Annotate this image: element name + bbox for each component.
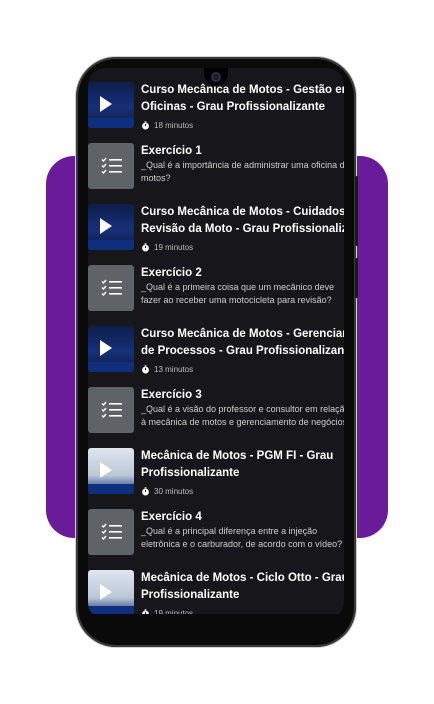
exercise-thumbnail[interactable] xyxy=(88,387,134,433)
exercise-thumbnail[interactable] xyxy=(88,265,134,311)
lesson-duration: 30 minutos xyxy=(141,484,193,498)
checklist-icon xyxy=(101,523,122,541)
checklist-icon xyxy=(101,157,122,175)
lesson-title: Curso Mecânica de Motos - Gestão em Ofic… xyxy=(141,84,344,113)
lesson-title: Mecânica de Motos - Ciclo Otto - Grau Pr… xyxy=(141,572,344,601)
list-item[interactable]: Curso Mecânica de Motos - Cuidados na Re… xyxy=(88,202,344,263)
video-thumbnail[interactable] xyxy=(88,448,134,494)
list-item[interactable]: Mecânica de Motos - Ciclo Otto - Grau Pr… xyxy=(88,568,344,620)
exercise-title: Exercício 1 xyxy=(141,145,202,157)
list-item[interactable]: Exercício 1 _Qual é a importância de adm… xyxy=(88,141,344,202)
exercise-title: Exercício 4 xyxy=(141,511,202,523)
phone-screen: Curso Mecânica de Motos - Gestão em Ofic… xyxy=(88,68,344,620)
exercise-question: _Qual é a primeira coisa que um mecânico… xyxy=(141,282,335,305)
exercise-question: _Qual é a principal diferença entre a in… xyxy=(141,526,343,549)
phone-bottom-bezel xyxy=(88,614,344,620)
list-item[interactable]: Exercício 3 _Qual é a visão do professor… xyxy=(88,385,344,446)
video-thumbnail[interactable] xyxy=(88,326,134,372)
lesson-duration: 19 minutos xyxy=(141,240,193,254)
lesson-duration: 18 minutos xyxy=(141,118,193,132)
exercise-thumbnail[interactable] xyxy=(88,509,134,555)
video-thumbnail[interactable] xyxy=(88,570,134,616)
exercise-question: _Qual é a visão do professor e consultor… xyxy=(141,404,344,427)
video-thumbnail[interactable] xyxy=(88,82,134,128)
stopwatch-icon xyxy=(142,242,149,251)
play-icon xyxy=(100,96,112,112)
list-item[interactable]: Exercício 4 _Qual é a principal diferenç… xyxy=(88,507,344,568)
exercise-thumbnail[interactable] xyxy=(88,143,134,189)
list-item[interactable]: Curso Mecânica de Motos - Gestão em Ofic… xyxy=(88,80,344,141)
checklist-icon xyxy=(101,401,122,419)
list-item[interactable]: Mecânica de Motos - PGM FI - Grau Profis… xyxy=(88,446,344,507)
play-icon xyxy=(100,340,112,356)
play-icon xyxy=(100,584,112,600)
play-icon xyxy=(100,462,112,478)
lesson-title: Curso Mecânica de Motos - Cuidados na Re… xyxy=(141,206,344,235)
play-icon xyxy=(100,218,112,234)
exercise-title: Exercício 3 xyxy=(141,389,202,401)
list-item[interactable]: Exercício 2 _Qual é a primeira coisa que… xyxy=(88,263,344,324)
lesson-title: Mecânica de Motos - PGM FI - Grau Profis… xyxy=(141,450,334,479)
lesson-title: Curso Mecânica de Motos - Gerenciamento … xyxy=(141,328,344,357)
list-item[interactable]: Curso Mecânica de Motos - Gerenciamento … xyxy=(88,324,344,385)
checklist-icon xyxy=(101,279,122,297)
stopwatch-icon xyxy=(142,364,149,373)
front-camera-icon xyxy=(211,72,221,82)
phone-volume-button xyxy=(355,176,358,246)
stopwatch-icon xyxy=(142,486,149,495)
stopwatch-icon xyxy=(142,120,149,129)
lesson-list: Curso Mecânica de Motos - Gestão em Ofic… xyxy=(88,80,344,620)
exercise-title: Exercício 2 xyxy=(141,267,202,279)
video-thumbnail[interactable] xyxy=(88,204,134,250)
lesson-duration: 13 minutos xyxy=(141,362,193,376)
phone-power-button xyxy=(355,258,358,298)
exercise-question: _Qual é a importância de administrar uma… xyxy=(141,160,344,183)
